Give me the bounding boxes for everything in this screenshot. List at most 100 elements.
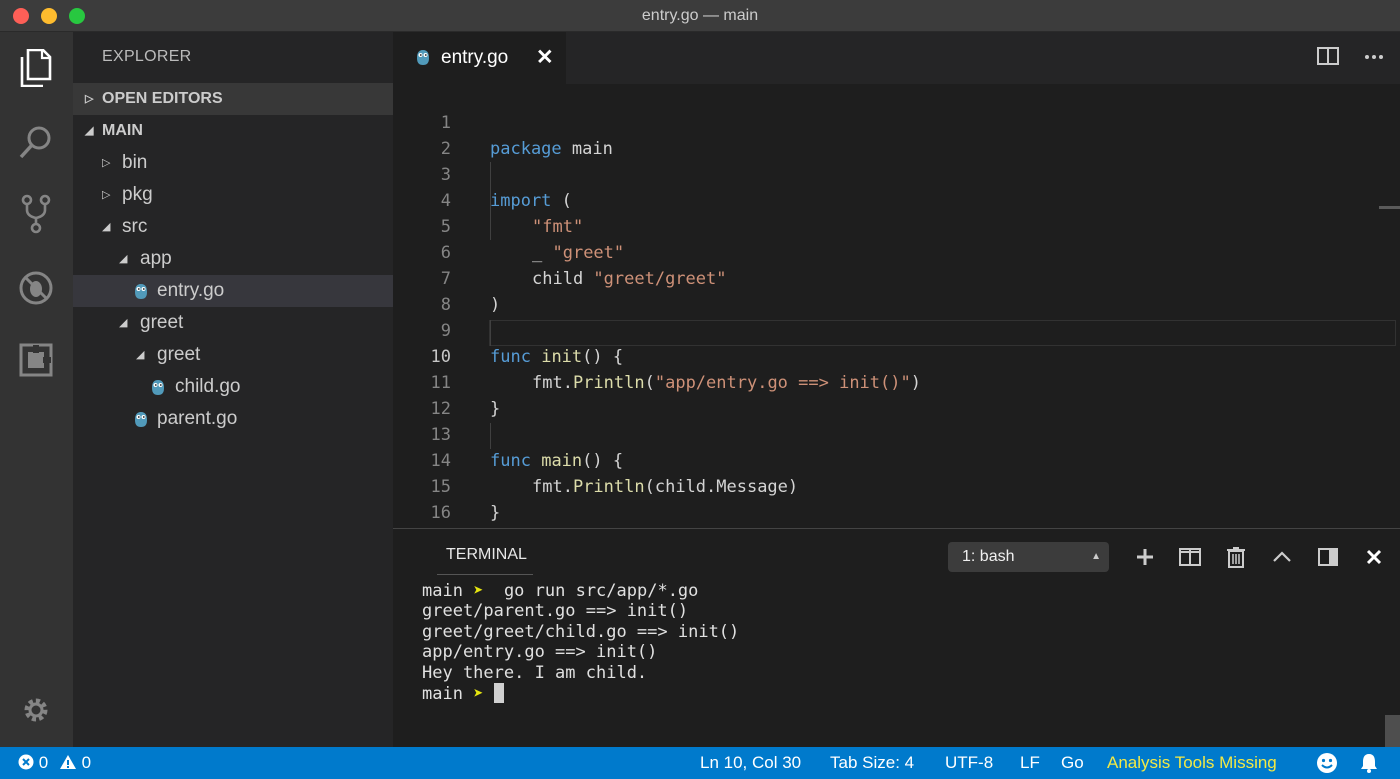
terminal-line: main ➤ xyxy=(422,683,504,704)
terminal-line: main ➤ go run src/app/*.go xyxy=(422,581,698,602)
chevron-right-icon: ▷ xyxy=(102,189,111,201)
terminal-panel: TERMINAL 1: bash ▲ main ➤ go run src/app… xyxy=(393,528,1400,748)
tree-item-child-go[interactable]: child.go xyxy=(73,371,393,403)
line-number: 16 xyxy=(430,503,451,523)
go-file-icon xyxy=(417,50,429,65)
analysis-tools-missing[interactable]: Analysis Tools Missing xyxy=(1107,747,1277,779)
terminal-line: greet/parent.go ==> init() xyxy=(422,601,689,621)
tree-item-label: greet xyxy=(157,344,201,365)
tree-item-label: app xyxy=(140,248,172,269)
title-bar: entry.go — main xyxy=(0,0,1400,32)
chevron-down-icon: ◢ xyxy=(85,125,94,137)
problems-indicator[interactable]: 0 0 xyxy=(18,747,91,779)
search-icon[interactable] xyxy=(14,120,58,164)
chevron-down-icon: ◢ xyxy=(136,349,145,361)
tab-size[interactable]: Tab Size: 4 xyxy=(830,747,914,779)
encoding[interactable]: UTF-8 xyxy=(945,747,993,779)
trash-icon[interactable] xyxy=(1225,546,1247,568)
prompt-arrow-icon: ➤ xyxy=(473,684,484,704)
code-line: 11 } xyxy=(393,344,1393,419)
window-title: entry.go — main xyxy=(641,7,759,24)
explorer-icon[interactable] xyxy=(14,46,58,90)
code-line: 2 xyxy=(393,110,1393,159)
activity-bar xyxy=(0,32,73,747)
tree-item-label: pkg xyxy=(122,184,153,205)
chevron-down-icon: ◢ xyxy=(119,317,128,329)
close-panel-icon[interactable] xyxy=(1363,546,1385,568)
chevron-down-icon: ◢ xyxy=(119,253,128,265)
cursor-position[interactable]: Ln 10, Col 30 xyxy=(700,747,801,779)
toggle-panel-position-icon[interactable] xyxy=(1317,546,1339,568)
notification-bell-icon[interactable] xyxy=(1358,752,1380,774)
tree-item-bin[interactable]: ▷ bin xyxy=(73,147,393,179)
tab-entry-go[interactable]: entry.go ✕ xyxy=(393,32,566,84)
tree-item-label: src xyxy=(122,216,148,237)
tree-item-label: bin xyxy=(122,152,148,173)
terminal-line: Hey there. I am child. xyxy=(422,663,648,683)
tree-item-label: greet xyxy=(140,312,184,333)
tree-item-greet-sub[interactable]: ◢ greet xyxy=(73,339,393,371)
code-line: 14 fmt.Println(child.Message) xyxy=(393,422,1393,497)
tree-item-pkg[interactable]: ▷ pkg xyxy=(73,179,393,211)
code-line: 9 func init() { xyxy=(393,292,1393,367)
settings-gear-icon[interactable] xyxy=(14,688,58,732)
tree-item-src[interactable]: ◢ src xyxy=(73,211,393,243)
extensions-icon[interactable] xyxy=(14,338,58,382)
tree-item-app[interactable]: ◢ app xyxy=(73,243,393,275)
go-file-icon xyxy=(152,380,164,395)
terminal-select[interactable]: 1: bash ▲ xyxy=(948,542,1109,572)
section-label: MAIN xyxy=(102,122,143,139)
close-tab-icon[interactable]: ✕ xyxy=(536,45,554,70)
split-editor-icon[interactable] xyxy=(1317,46,1341,70)
sidebar-title: EXPLORER xyxy=(102,48,192,65)
explorer-sidebar: EXPLORER ▷ OPEN EDITORS ◢ MAIN ▷ bin ▷ p… xyxy=(73,32,393,747)
source-control-icon[interactable] xyxy=(14,192,58,236)
terminal-line: app/entry.go ==> init() xyxy=(422,642,658,662)
tree-item-greet[interactable]: ◢ greet xyxy=(73,307,393,339)
tree-item-entry-go[interactable]: entry.go xyxy=(73,275,393,307)
code-line: 1 package main xyxy=(393,84,1393,159)
terminal-cursor xyxy=(493,683,504,703)
code-line: 5 _ "greet" xyxy=(393,188,1393,263)
chevron-right-icon: ▷ xyxy=(85,93,94,105)
code-line: 7 ) xyxy=(393,240,1393,315)
tree-item-label: child.go xyxy=(175,376,241,397)
more-actions-icon[interactable] xyxy=(1363,46,1387,70)
code-line: 12 xyxy=(393,370,1393,419)
status-bar: 0 0 Ln 10, Col 30 Tab Size: 4 UTF-8 LF G… xyxy=(0,747,1400,779)
prompt-dir: main xyxy=(422,684,463,704)
warning-count: 0 xyxy=(81,753,92,772)
code-line: 8 xyxy=(393,266,1393,315)
go-file-icon xyxy=(135,412,147,427)
code-line: 15 } xyxy=(393,448,1393,523)
error-count: 0 xyxy=(38,753,49,772)
warning-icon xyxy=(59,755,76,769)
panel-tab-terminal[interactable]: TERMINAL xyxy=(446,546,527,564)
chevron-right-icon: ▷ xyxy=(102,157,111,169)
new-terminal-icon[interactable] xyxy=(1134,546,1156,568)
section-label: OPEN EDITORS xyxy=(102,90,223,107)
tree-item-parent-go[interactable]: parent.go xyxy=(73,403,393,435)
end-of-line[interactable]: LF xyxy=(1020,747,1040,779)
code-token: } xyxy=(490,503,501,523)
code-line-current: 10 fmt.Println("app/entry.go ==> init()"… xyxy=(393,318,1393,393)
code-line: 4 "fmt" xyxy=(393,162,1393,237)
maximize-panel-icon[interactable] xyxy=(1271,546,1293,568)
language-mode[interactable]: Go xyxy=(1061,747,1084,779)
feedback-smiley-icon[interactable] xyxy=(1316,752,1338,774)
select-updown-icon: ▲ xyxy=(1091,551,1101,562)
tree-item-label: entry.go xyxy=(157,280,225,301)
panel-tab-underline xyxy=(437,574,533,575)
folder-section-main[interactable]: ◢ MAIN xyxy=(73,115,393,147)
debug-icon[interactable] xyxy=(14,266,58,310)
open-editors-section[interactable]: ▷ OPEN EDITORS xyxy=(73,83,393,115)
split-terminal-icon[interactable] xyxy=(1179,546,1201,568)
code-line: 6 child "greet/greet" xyxy=(393,214,1393,289)
editor-tab-bar: entry.go ✕ xyxy=(393,32,1400,84)
terminal-select-value: 1: bash xyxy=(962,548,1015,565)
go-file-icon xyxy=(135,284,147,299)
terminal-command: go run src/app/*.go xyxy=(503,581,699,601)
code-line: 16 xyxy=(393,474,1393,523)
code-editor[interactable]: 1 package main 2 3 import ( 4 "fmt" 5 _ … xyxy=(393,84,1400,528)
terminal-scrollbar[interactable] xyxy=(1385,715,1400,748)
